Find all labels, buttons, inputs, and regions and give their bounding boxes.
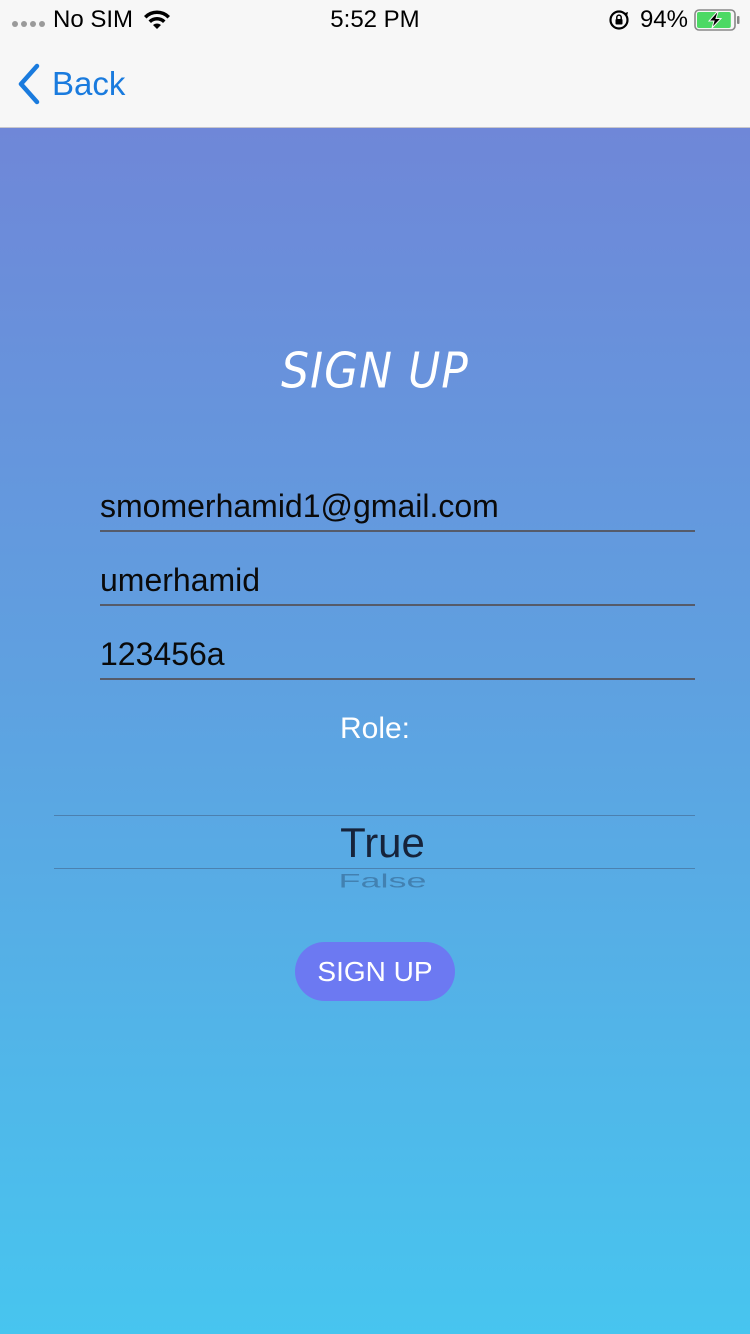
battery-charging-icon bbox=[694, 9, 740, 31]
chevron-left-icon bbox=[18, 63, 40, 105]
email-input[interactable] bbox=[100, 486, 695, 526]
signup-button[interactable]: SIGN UP bbox=[295, 942, 455, 1001]
picker-selection-line-top bbox=[54, 815, 695, 816]
picker-next-option-label: False bbox=[338, 869, 427, 890]
picker-next-option[interactable]: False bbox=[54, 868, 695, 890]
lock-rotation-icon bbox=[609, 10, 629, 30]
username-input[interactable] bbox=[100, 560, 695, 600]
password-input[interactable] bbox=[100, 634, 695, 674]
battery-percent: 94% bbox=[639, 6, 688, 33]
signup-screen: No SIM 5:52 PM 94% Back SIGN UP smomerha… bbox=[0, 0, 750, 1334]
back-button[interactable]: Back bbox=[16, 62, 125, 106]
status-bar: No SIM 5:52 PM 94% bbox=[0, 0, 750, 40]
username-field bbox=[100, 554, 695, 606]
password-field bbox=[100, 628, 695, 680]
picker-selected-option[interactable]: True bbox=[54, 817, 695, 869]
role-label: Role: bbox=[339, 712, 411, 745]
email-field bbox=[100, 480, 695, 532]
navigation-bar: Back bbox=[0, 40, 750, 128]
signup-form-container: SIGN UP Role: True False SIGN UP bbox=[0, 128, 750, 1334]
page-title: SIGN UP bbox=[281, 342, 469, 401]
status-right: 94% bbox=[608, 6, 740, 34]
back-label: Back bbox=[52, 65, 126, 102]
role-picker[interactable]: True False bbox=[54, 768, 695, 908]
